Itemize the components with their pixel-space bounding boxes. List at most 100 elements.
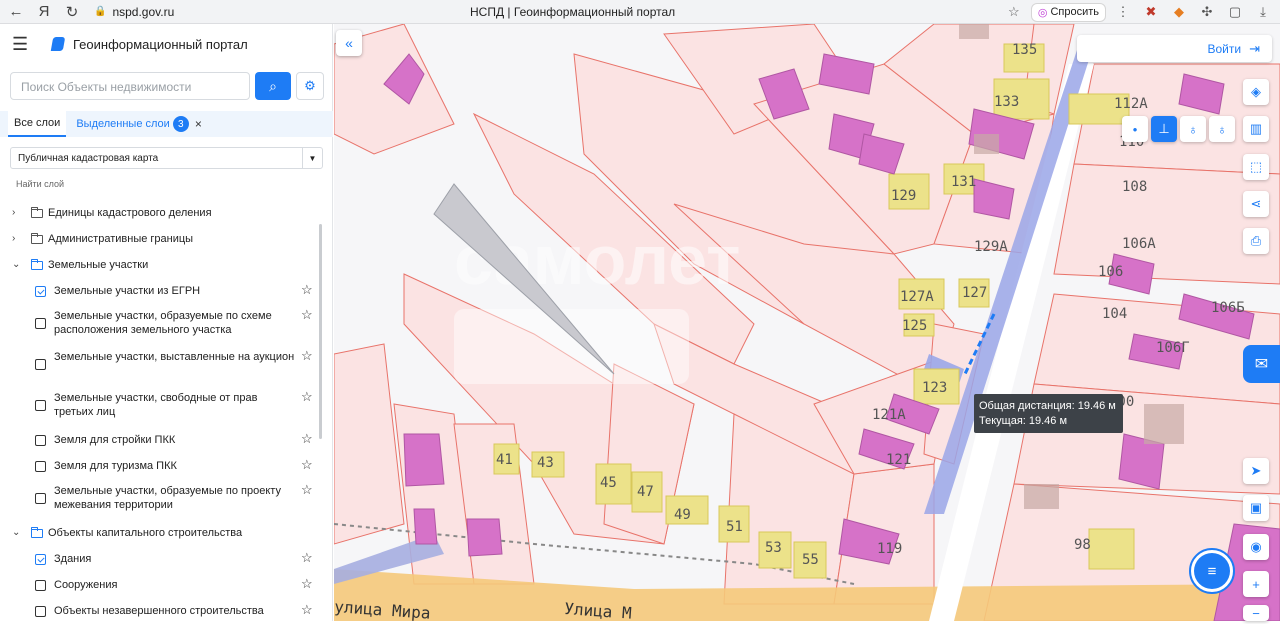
- menu-dots-icon[interactable]: ⋮: [1112, 4, 1134, 20]
- layer-group[interactable]: ⌄ Объекты капитального строительства: [0, 520, 322, 546]
- chevron-right-icon[interactable]: ›: [12, 206, 22, 220]
- map-canvas[interactable]: самолет 135 133 112А 110 108 106А 106 10…: [334, 24, 1280, 621]
- layer-label: Сооружения: [54, 579, 118, 591]
- filter-icon: ⚙: [304, 78, 316, 93]
- layer-item[interactable]: Земля для стройки ПКК ☆: [0, 427, 322, 453]
- minimap-icon: ▣: [1249, 500, 1263, 515]
- login-button[interactable]: Войти ⇥: [1077, 35, 1272, 62]
- favorite-star-icon[interactable]: ☆: [301, 603, 313, 617]
- basemap-select[interactable]: Публичная кадастровая карта ▼: [10, 147, 323, 169]
- minimap-tool[interactable]: ▣: [1243, 495, 1269, 521]
- layer-item[interactable]: Земельные участки, образуемые по схеме р…: [0, 304, 322, 345]
- svg-text:41: 41: [496, 452, 513, 468]
- search-input[interactable]: Поиск Объекты недвижимости: [10, 72, 250, 100]
- favorite-star-icon[interactable]: ☆: [301, 577, 313, 591]
- fox-extension-icon[interactable]: ◆: [1168, 4, 1190, 20]
- parcel[interactable]: [1053, 163, 1280, 285]
- layer-item[interactable]: Земельные участки из ЕГРН ☆: [0, 278, 322, 304]
- sidebar-scrollbar[interactable]: [319, 224, 322, 439]
- double-chevron-left-icon: «: [345, 35, 353, 51]
- tab-selected-layers[interactable]: Выделенные слои 3 ×: [70, 111, 208, 137]
- collections-icon[interactable]: ▢: [1224, 4, 1246, 20]
- favorite-star-icon[interactable]: ☆: [301, 390, 313, 404]
- menu-icon[interactable]: ☰: [12, 34, 32, 55]
- tab-all-layers[interactable]: Все слои: [8, 111, 67, 137]
- favorite-star-icon[interactable]: ☆: [301, 308, 313, 322]
- chevron-down-icon[interactable]: ⌄: [12, 258, 22, 272]
- layer-group-label: Объекты капитального строительства: [48, 527, 243, 539]
- extension-icon[interactable]: ✖: [1140, 4, 1162, 20]
- side-feedback-button[interactable]: ✉: [1243, 345, 1280, 383]
- svg-text:55: 55: [802, 552, 819, 568]
- tab-selected-label: Выделенные слои: [76, 118, 170, 130]
- favorite-star-icon[interactable]: ☆: [301, 458, 313, 472]
- bookmark-icon[interactable]: ☆: [1003, 4, 1025, 20]
- measure-radius-tool[interactable]: ♁: [1209, 116, 1235, 142]
- layer-group[interactable]: › Единицы кадастрового деления: [0, 200, 322, 226]
- layer-checkbox[interactable]: [35, 493, 46, 504]
- yandex-icon[interactable]: Я: [32, 0, 56, 24]
- find-layer-field[interactable]: Найти слой: [16, 179, 64, 189]
- layer-checkbox[interactable]: [35, 580, 46, 591]
- layer-item[interactable]: Земельные участки, образуемые по проекту…: [0, 479, 322, 520]
- layer-item[interactable]: Земля для туризма ПКК ☆: [0, 453, 322, 479]
- address-bar[interactable]: 🔒 nspd.gov.ru: [94, 5, 174, 19]
- layer-item[interactable]: Земельные участки, свободные от прав тре…: [0, 386, 322, 427]
- layer-item[interactable]: Здания ☆: [0, 546, 322, 572]
- layers-tool[interactable]: ◈: [1243, 79, 1269, 105]
- chat-button[interactable]: ≡: [1189, 548, 1235, 594]
- share-tool[interactable]: ⋖: [1243, 191, 1269, 217]
- svg-text:106А: 106А: [1122, 236, 1156, 252]
- svg-text:108: 108: [1122, 179, 1147, 195]
- layer-item[interactable]: Земельные участки, выставленные на аукци…: [0, 345, 322, 386]
- layer-group[interactable]: › Административные границы: [0, 226, 322, 252]
- chevron-down-icon[interactable]: ⌄: [12, 526, 22, 540]
- search-button[interactable]: ⌕: [255, 72, 291, 100]
- folder-icon: [31, 527, 43, 538]
- svg-text:121А: 121А: [872, 407, 906, 423]
- zoom-in-button[interactable]: +: [1243, 571, 1269, 597]
- favorite-star-icon[interactable]: ☆: [301, 283, 313, 297]
- ruler-tool[interactable]: ▥: [1243, 116, 1269, 142]
- layer-checkbox[interactable]: [35, 286, 46, 297]
- layer-item[interactable]: Сооружения ☆: [0, 572, 322, 598]
- layer-checkbox[interactable]: [35, 435, 46, 446]
- layer-checkbox[interactable]: [35, 359, 46, 370]
- ask-button[interactable]: ◎ Спросить: [1030, 2, 1106, 22]
- logo-icon: [50, 37, 66, 51]
- clear-selected-icon[interactable]: ×: [195, 117, 202, 131]
- svg-text:125: 125: [902, 318, 927, 334]
- layer-group[interactable]: ⌄ Земельные участки: [0, 252, 322, 278]
- favorite-star-icon[interactable]: ☆: [301, 483, 313, 497]
- collapse-sidebar-button[interactable]: «: [336, 30, 362, 56]
- layers-sidebar: ☰ Геоинформационный портал Поиск Объекты…: [0, 24, 333, 621]
- location-tool[interactable]: ◉: [1243, 534, 1269, 560]
- favorite-star-icon[interactable]: ☆: [301, 432, 313, 446]
- favorite-star-icon[interactable]: ☆: [301, 349, 313, 363]
- layer-item[interactable]: Объекты незавершенного строительства ☆: [0, 598, 322, 624]
- print-tool[interactable]: ⎙: [1243, 228, 1269, 254]
- layer-checkbox[interactable]: [35, 400, 46, 411]
- favorite-star-icon[interactable]: ☆: [301, 551, 313, 565]
- geolocate-tool[interactable]: ➤: [1243, 458, 1269, 484]
- filter-button[interactable]: ⚙: [296, 72, 324, 100]
- layer-label: Земельные участки, образуемые по проекту…: [54, 485, 281, 511]
- download-icon[interactable]: ⤓: [1252, 4, 1274, 20]
- measure-area-tool[interactable]: ♁: [1180, 116, 1206, 142]
- puzzle-icon[interactable]: ✣: [1196, 4, 1218, 20]
- zoom-out-button[interactable]: −: [1243, 605, 1269, 621]
- svg-text:47: 47: [637, 484, 654, 500]
- layer-checkbox[interactable]: [35, 318, 46, 329]
- chevron-right-icon[interactable]: ›: [12, 232, 22, 246]
- point-tool[interactable]: •: [1122, 116, 1148, 142]
- ai-icon: ◎: [1037, 6, 1048, 19]
- layer-checkbox[interactable]: [35, 554, 46, 565]
- layer-checkbox[interactable]: [35, 606, 46, 617]
- back-icon[interactable]: ←: [4, 0, 28, 24]
- select-area-tool[interactable]: ⬚: [1243, 154, 1269, 180]
- reload-icon[interactable]: ↻: [60, 0, 84, 24]
- svg-text:43: 43: [537, 455, 554, 471]
- layer-checkbox[interactable]: [35, 461, 46, 472]
- measure-distance-tool[interactable]: ⊥: [1151, 116, 1177, 142]
- ask-label: Спросить: [1050, 6, 1099, 18]
